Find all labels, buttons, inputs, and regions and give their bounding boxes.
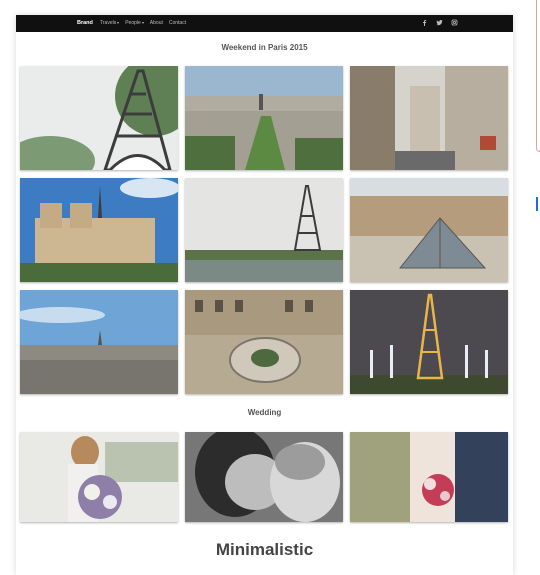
page-card: Brand Travels People About Contact Weeke… (16, 15, 513, 575)
brand-link[interactable]: Brand (77, 20, 93, 26)
nav-item-people[interactable]: People (125, 20, 144, 26)
social-links (421, 19, 458, 26)
notre-dame-photo[interactable] (20, 178, 178, 282)
paris-street-photo[interactable] (350, 66, 508, 170)
side-panel-border (536, 0, 540, 152)
louvre-pyramid-photo[interactable] (350, 178, 508, 282)
instagram-icon[interactable] (451, 19, 458, 26)
caret-down-icon (141, 21, 144, 24)
section-heading-minimalistic: Minimalistic (215, 540, 314, 559)
paris-skyline-photo[interactable] (20, 290, 178, 394)
eiffel-tower-trees-photo[interactable] (20, 66, 178, 170)
top-navbar: Brand Travels People About Contact (16, 15, 513, 32)
gallery-title-paris: Weekend in Paris 2015 (221, 43, 308, 52)
eiffel-tower-seine-photo[interactable] (185, 178, 343, 282)
palace-courtyard-stairs-photo[interactable] (185, 290, 343, 394)
nav-label: Travels (100, 20, 117, 26)
champ-de-mars-aerial-photo[interactable] (185, 66, 343, 170)
bride-bouquet-photo[interactable] (20, 432, 178, 522)
nav-item-about[interactable]: About (150, 20, 163, 26)
twitter-icon[interactable] (436, 19, 443, 26)
side-accent-bar (536, 197, 538, 211)
eiffel-tower-night-fountains-photo[interactable] (350, 290, 508, 394)
nav-links: Travels People About Contact (100, 20, 186, 26)
facebook-icon[interactable] (421, 19, 428, 26)
caret-down-icon (117, 21, 120, 24)
nav-item-contact[interactable]: Contact (169, 20, 186, 26)
couple-flowers-photo[interactable] (350, 432, 508, 522)
gallery-title-wedding: Wedding (247, 408, 282, 417)
nav-label: People (125, 20, 141, 26)
nav-item-travels[interactable]: Travels (100, 20, 120, 26)
couple-embrace-bw-photo[interactable] (185, 432, 343, 522)
